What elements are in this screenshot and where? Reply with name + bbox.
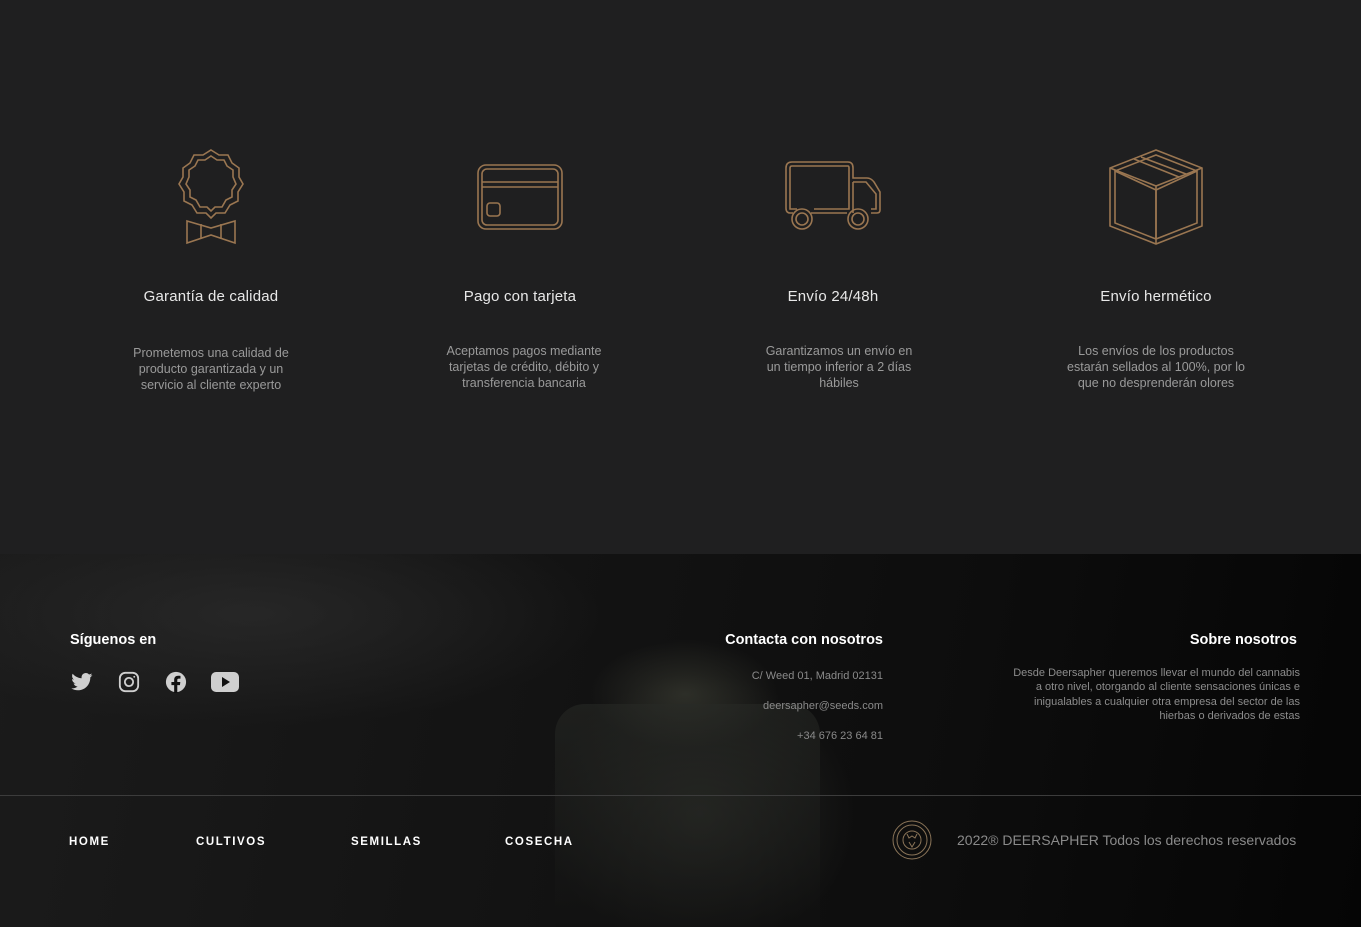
badge-icon	[91, 146, 331, 248]
feature-card-payment: Pago con tarjeta Aceptamos pagos mediant…	[400, 146, 640, 391]
about-text: Desde Deersapher queremos llevar el mund…	[1013, 667, 1300, 722]
youtube-icon[interactable]	[211, 670, 239, 694]
about-heading: Sobre nosotros	[1189, 632, 1297, 648]
copyright-text: 2022® DEERSAPHER Todos los derechos rese…	[957, 832, 1297, 848]
feature-description: Garantizamos un envío en un tiempo infer…	[765, 344, 913, 390]
box-icon	[1036, 146, 1276, 248]
feature-description: Prometemos una calidad de producto garan…	[133, 346, 289, 392]
footer: Síguenos en Contacta con nosotros C/ Wee…	[0, 554, 1361, 927]
feature-quality: Garantía de calidad Prometemos una calid…	[91, 146, 331, 393]
truck-icon	[713, 146, 953, 248]
instagram-icon[interactable]	[117, 670, 141, 694]
contact-email[interactable]: deersapher@seeds.com	[763, 700, 883, 712]
facebook-icon[interactable]	[164, 670, 188, 694]
credit-card-icon	[400, 146, 640, 248]
features-section: Garantía de calidad Prometemos una calid…	[0, 0, 1361, 554]
contact-phone[interactable]: +34 676 23 64 81	[797, 730, 883, 742]
nav-cosecha[interactable]: COSECHA	[505, 836, 574, 848]
feature-hermetic: Envío hermético Los envíos de los produc…	[1036, 146, 1276, 391]
nav-cultivos[interactable]: CULTIVOS	[196, 836, 266, 848]
deersapher-logo[interactable]	[892, 820, 932, 860]
contact-address: C/ Weed 01, Madrid 02131	[751, 670, 883, 682]
feature-title: Pago con tarjeta	[463, 288, 577, 305]
nav-semillas[interactable]: SEMILLAS	[351, 836, 422, 848]
footer-divider	[0, 795, 1361, 796]
feature-description: Aceptamos pagos mediante tarjetas de cré…	[446, 344, 602, 390]
feature-description: Los envíos de los productos estarán sell…	[1067, 344, 1245, 390]
social-heading: Síguenos en	[70, 632, 157, 648]
feature-shipping: Envío 24/48h Garantizamos un envío en un…	[713, 146, 953, 391]
feature-title: Garantía de calidad	[143, 288, 279, 305]
social-links	[70, 670, 262, 694]
background-jar	[555, 704, 820, 927]
feature-title: Envío 24/48h	[787, 288, 879, 305]
nav-home[interactable]: HOME	[69, 836, 110, 848]
twitter-icon[interactable]	[70, 670, 94, 694]
contact-heading: Contacta con nosotros	[725, 632, 883, 648]
feature-title: Envío hermético	[1100, 288, 1212, 305]
